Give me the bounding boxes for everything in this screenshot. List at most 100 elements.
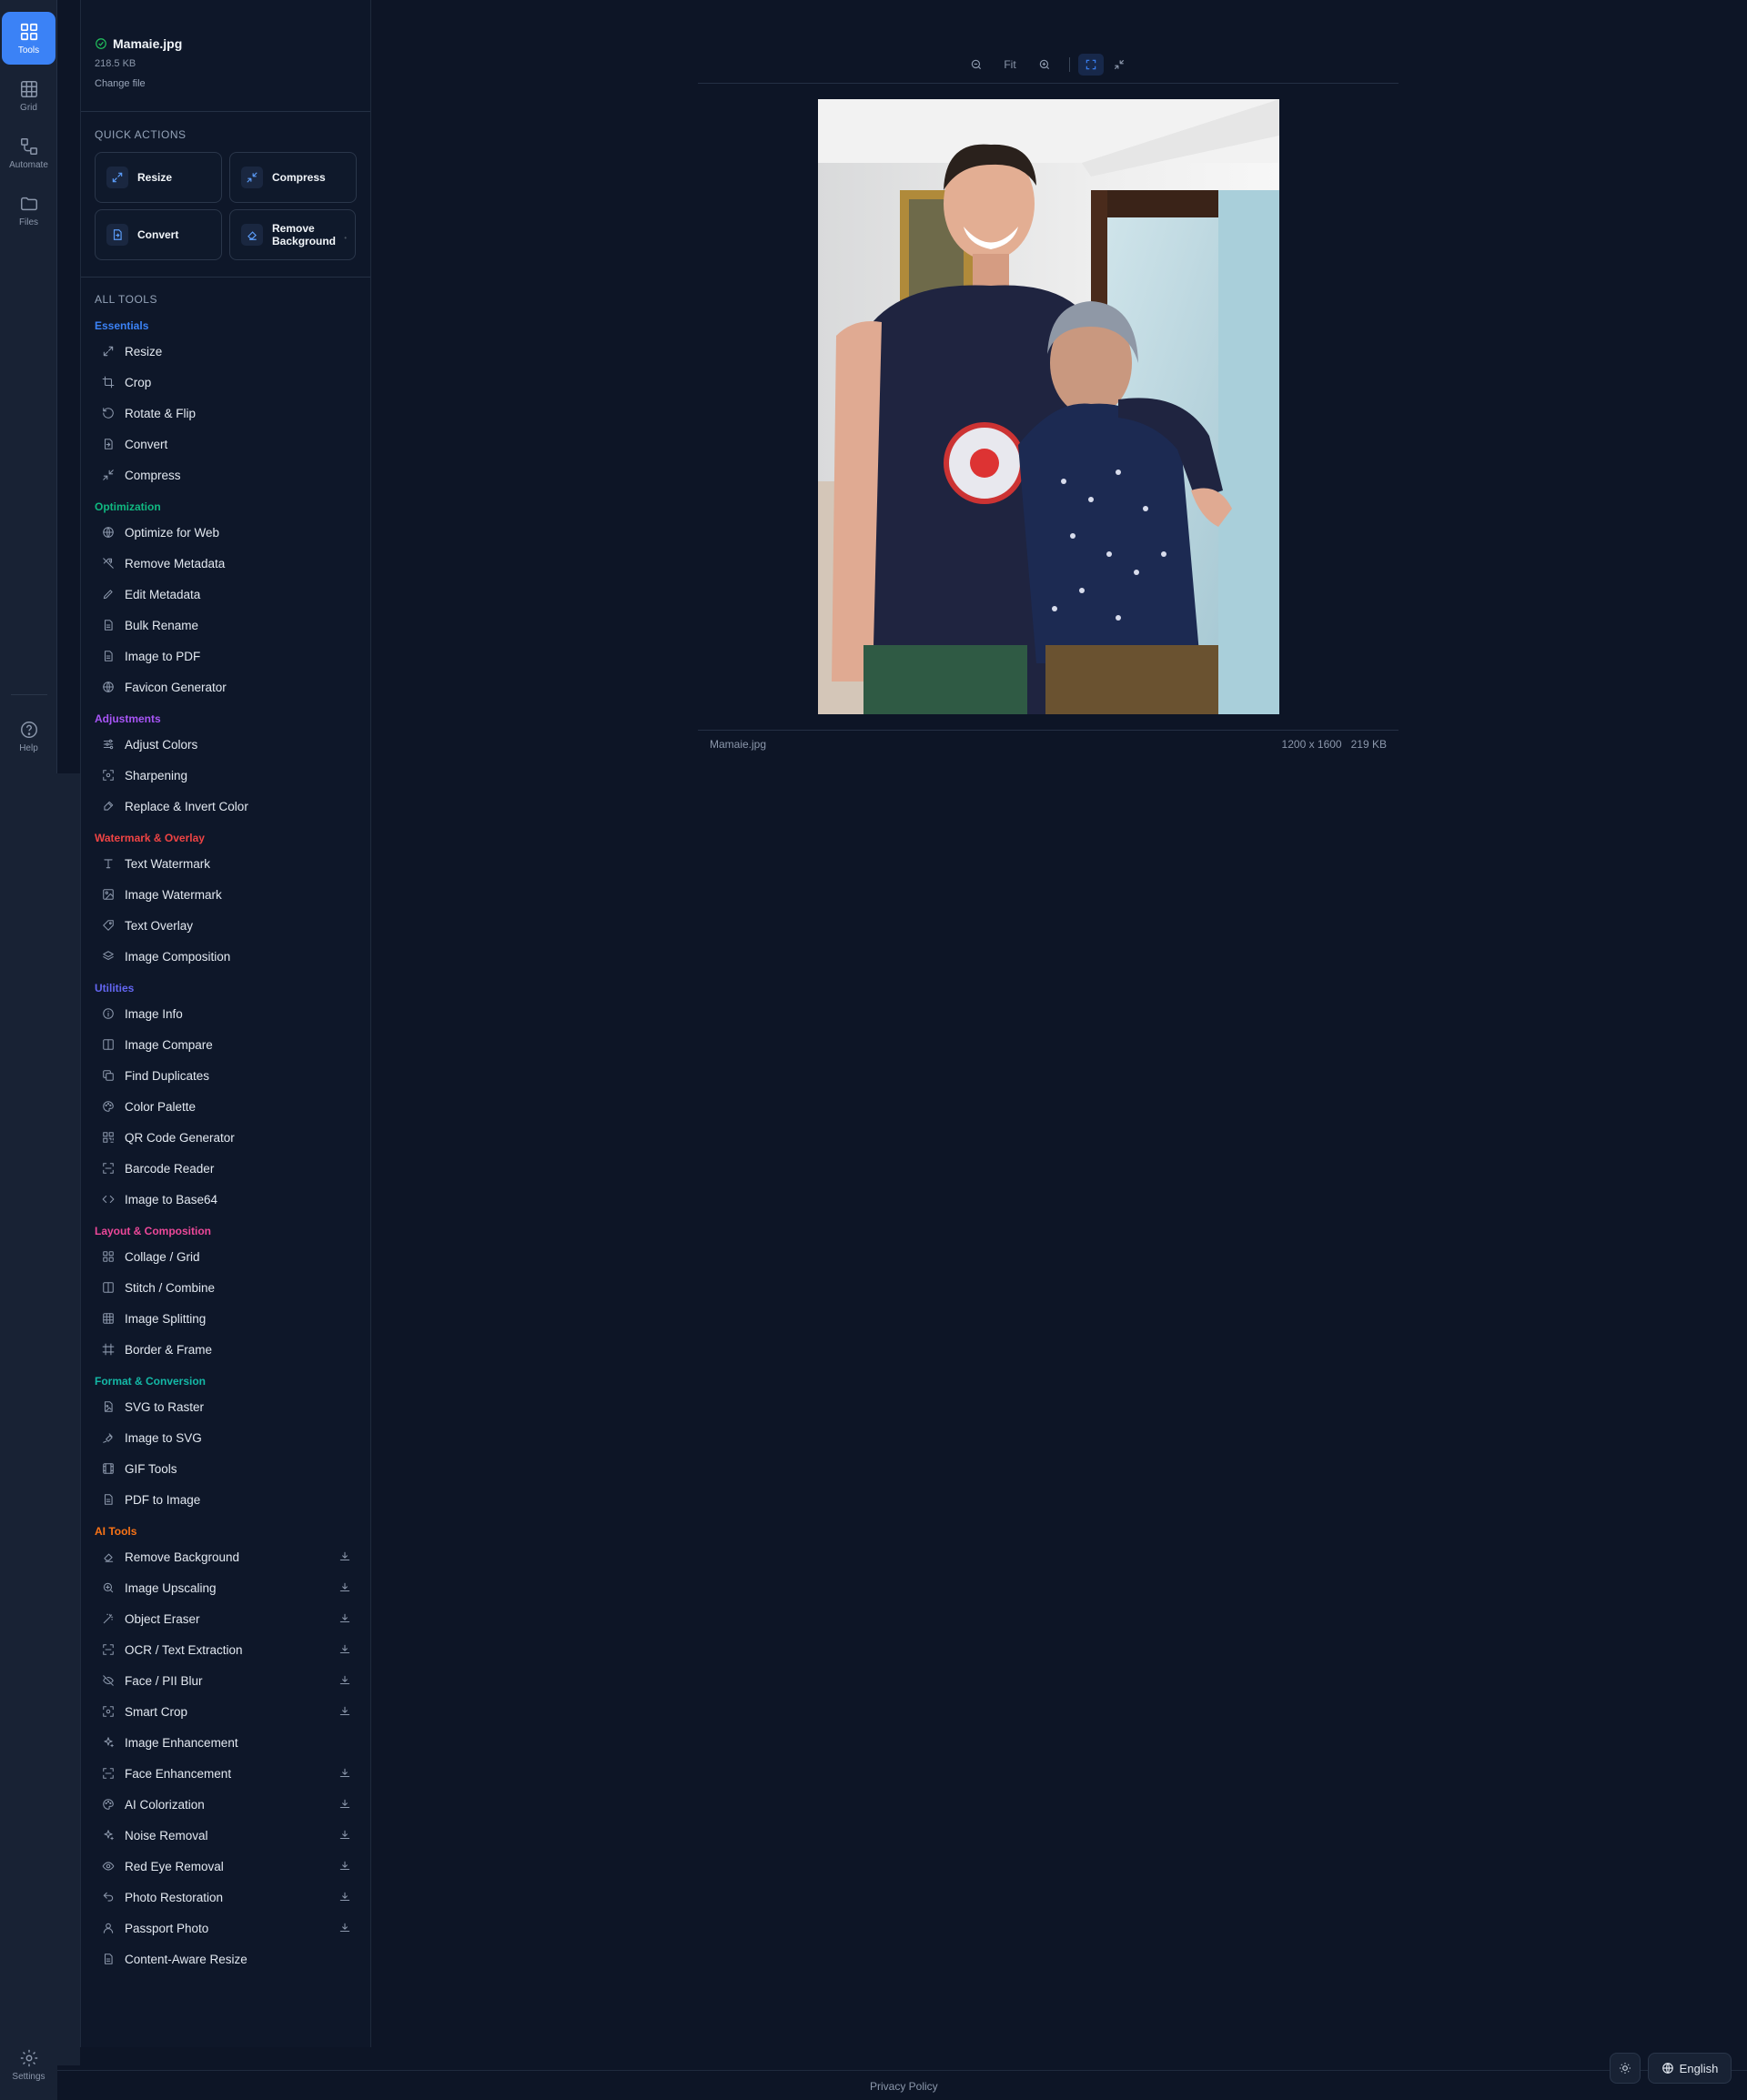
quick-action-remove-background[interactable]: Remove Background • [229, 209, 356, 260]
tool-item-label: Face Enhancement [125, 1766, 232, 1781]
language-selector[interactable]: English [1648, 2053, 1732, 2084]
tool-item-red-eye-removal[interactable]: Red Eye Removal [95, 1851, 358, 1882]
download-icon[interactable] [338, 1705, 351, 1718]
download-icon[interactable] [338, 1922, 351, 1934]
tool-item-favicon-generator[interactable]: Favicon Generator [95, 671, 358, 702]
tool-item-gif-tools[interactable]: GIF Tools [95, 1453, 358, 1484]
tool-item-image-to-pdf[interactable]: Image to PDF [95, 641, 358, 671]
globe-icon [102, 681, 115, 693]
tool-item-label: Image Enhancement [125, 1735, 238, 1750]
zoom-in-button[interactable] [1034, 54, 1055, 76]
tool-item-text-overlay[interactable]: Text Overlay [95, 910, 358, 941]
fit-button[interactable]: Fit [996, 54, 1024, 76]
tool-item-label: Color Palette [125, 1099, 197, 1114]
sparkles-icon [102, 1829, 115, 1842]
convert-icon [106, 224, 128, 246]
tool-item-adjust-colors[interactable]: Adjust Colors [95, 729, 358, 760]
toolbar-separator [1069, 57, 1070, 72]
rail-automate-button[interactable]: Automate [2, 126, 56, 179]
tool-item-border-frame[interactable]: Border & Frame [95, 1334, 358, 1365]
frame-icon [102, 1343, 115, 1356]
tool-item-edit-metadata[interactable]: Edit Metadata [95, 579, 358, 610]
zoom-out-button[interactable] [965, 54, 987, 76]
tool-item-ai-colorization[interactable]: AI Colorization [95, 1789, 358, 1820]
download-icon[interactable] [338, 1674, 351, 1687]
tool-item-content-aware-resize[interactable]: Content-Aware Resize [95, 1944, 358, 1974]
tool-item-ocr-text-extraction[interactable]: OCR / Text Extraction [95, 1634, 358, 1665]
tool-item-crop[interactable]: Crop [95, 367, 358, 398]
resize-icon [102, 345, 115, 358]
download-icon[interactable] [338, 1550, 351, 1563]
download-icon[interactable] [338, 1767, 351, 1780]
download-icon[interactable] [338, 1612, 351, 1625]
tool-item-sharpening[interactable]: Sharpening [95, 760, 358, 791]
rail-help-button[interactable]: Help [2, 710, 56, 762]
focus-icon [102, 1705, 115, 1718]
tool-item-passport-photo[interactable]: Passport Photo [95, 1913, 358, 1944]
tool-item-bulk-rename[interactable]: Bulk Rename [95, 610, 358, 641]
tool-item-noise-removal[interactable]: Noise Removal [95, 1820, 358, 1851]
tool-item-label: Red Eye Removal [125, 1859, 224, 1873]
rail-settings-button[interactable]: Settings [2, 2038, 56, 2091]
maximize-icon [1086, 59, 1096, 70]
download-icon[interactable] [338, 1891, 351, 1903]
tool-item-smart-crop[interactable]: Smart Crop [95, 1696, 358, 1727]
rail-grid-button[interactable]: Grid [2, 69, 56, 122]
tool-item-find-duplicates[interactable]: Find Duplicates [95, 1060, 358, 1091]
tool-item-face-enhancement[interactable]: Face Enhancement [95, 1758, 358, 1789]
tool-item-convert[interactable]: Convert [95, 429, 358, 459]
download-icon[interactable] [338, 1643, 351, 1656]
theme-toggle-button[interactable] [1610, 2053, 1641, 2084]
quick-action-convert[interactable]: Convert [95, 209, 222, 260]
rail-tools-button[interactable]: Tools [2, 12, 56, 65]
tool-item-optimize-for-web[interactable]: Optimize for Web [95, 517, 358, 548]
tool-item-compress[interactable]: Compress [95, 459, 358, 490]
fullscreen-button[interactable] [1078, 54, 1104, 76]
privacy-policy-link[interactable]: Privacy Policy [870, 2080, 938, 2093]
tool-item-qr-code-generator[interactable]: QR Code Generator [95, 1122, 358, 1153]
file-icon [102, 650, 115, 662]
tool-item-image-compare[interactable]: Image Compare [95, 1029, 358, 1060]
tool-item-label: AI Colorization [125, 1797, 205, 1812]
tool-item-color-palette[interactable]: Color Palette [95, 1091, 358, 1122]
tool-item-remove-metadata[interactable]: Remove Metadata [95, 548, 358, 579]
download-icon[interactable] [338, 1829, 351, 1842]
tool-item-collage-grid[interactable]: Collage / Grid [95, 1241, 358, 1272]
tool-item-image-enhancement[interactable]: Image Enhancement [95, 1727, 358, 1758]
tool-item-image-to-base64[interactable]: Image to Base64 [95, 1184, 358, 1215]
download-icon[interactable] [338, 1581, 351, 1594]
quick-action-compress[interactable]: Compress [229, 152, 357, 203]
tool-item-label: Compress [125, 468, 181, 482]
tool-item-text-watermark[interactable]: Text Watermark [95, 848, 358, 879]
minimize-button[interactable] [1108, 54, 1130, 76]
download-icon[interactable] [338, 1798, 351, 1811]
rail-files-button[interactable]: Files [2, 184, 56, 237]
image-meta: 1200 x 1600 219 KB [1282, 738, 1387, 751]
change-file-link[interactable]: Change file [95, 78, 358, 89]
tool-item-face-pii-blur[interactable]: Face / PII Blur [95, 1665, 358, 1696]
tool-item-photo-restoration[interactable]: Photo Restoration [95, 1882, 358, 1913]
quick-action-resize[interactable]: Resize [95, 152, 222, 203]
tool-item-barcode-reader[interactable]: Barcode Reader [95, 1153, 358, 1184]
tool-item-image-upscaling[interactable]: Image Upscaling [95, 1572, 358, 1603]
tool-item-image-watermark[interactable]: Image Watermark [95, 879, 358, 910]
tool-item-image-splitting[interactable]: Image Splitting [95, 1303, 358, 1334]
tool-item-image-to-svg[interactable]: Image to SVG [95, 1422, 358, 1453]
tool-item-rotate-flip[interactable]: Rotate & Flip [95, 398, 358, 429]
tool-item-pdf-to-image[interactable]: PDF to Image [95, 1484, 358, 1515]
tool-item-image-info[interactable]: Image Info [95, 998, 358, 1029]
tool-item-image-composition[interactable]: Image Composition [95, 941, 358, 972]
file-icon [102, 1953, 115, 1965]
tool-item-replace-invert-color[interactable]: Replace & Invert Color [95, 791, 358, 822]
tool-list: Essentials Resize Crop Rotate & Flip Convert… [95, 317, 358, 1974]
tool-item-stitch-combine[interactable]: Stitch / Combine [95, 1272, 358, 1303]
tool-item-resize[interactable]: Resize [95, 336, 358, 367]
eye-off-icon [102, 1674, 115, 1687]
tool-item-object-eraser[interactable]: Object Eraser [95, 1603, 358, 1634]
image-preview[interactable] [818, 99, 1279, 714]
download-icon[interactable] [338, 1860, 351, 1873]
pencil-icon [102, 588, 115, 601]
tool-item-svg-to-raster[interactable]: SVG to Raster [95, 1391, 358, 1422]
file-header: Mamaie.jpg 218.5 KB Change file [95, 36, 358, 89]
tool-item-remove-background[interactable]: Remove Background [95, 1541, 358, 1572]
